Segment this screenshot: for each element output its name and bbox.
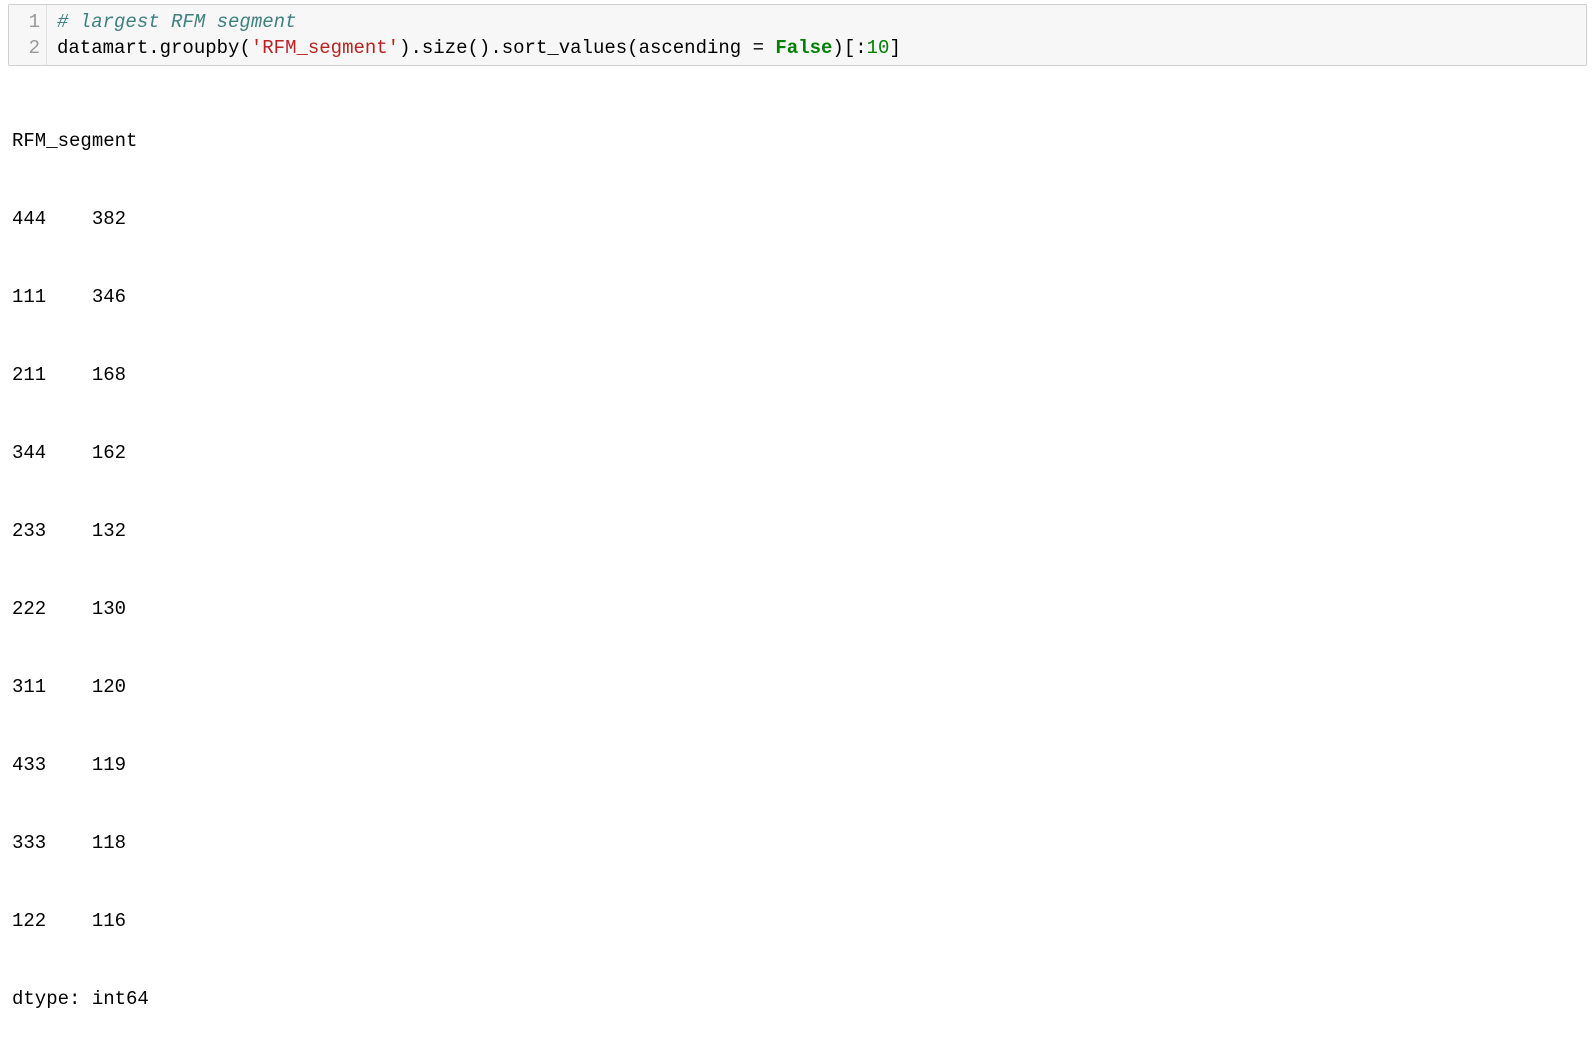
output-segment: 311 (12, 676, 46, 698)
code-number: 10 (867, 37, 890, 59)
output-segment: 233 (12, 520, 46, 542)
output-row: 122 116 (12, 908, 1583, 934)
output-segment: 222 (12, 598, 46, 620)
code-cell[interactable]: 1 2 # largest RFM segment datamart.group… (8, 4, 1587, 66)
output-row: 433 119 (12, 752, 1583, 778)
output-value: 382 (92, 208, 126, 230)
code-token: ] (889, 37, 900, 59)
code-token: [: (844, 37, 867, 59)
code-line-1: # largest RFM segment (57, 9, 1576, 35)
code-token: groupby (160, 37, 240, 59)
code-line-2: datamart.groupby('RFM_segment').size().s… (57, 35, 1576, 61)
code-token: . (411, 37, 422, 59)
output-value: 132 (92, 520, 126, 542)
code-token: ( (468, 37, 479, 59)
code-token: = (753, 37, 776, 59)
output-area: RFM_segment 444 382 111 346 211 168 344 … (0, 76, 1595, 1048)
line-number: 1 (17, 9, 40, 35)
code-token: ( (239, 37, 250, 59)
output-segment: 333 (12, 832, 46, 854)
output-value: 130 (92, 598, 126, 620)
output-row: 211 168 (12, 362, 1583, 388)
code-token: . (490, 37, 501, 59)
code-token: ( (627, 37, 638, 59)
output-row: 111 346 (12, 284, 1583, 310)
output-segment: 111 (12, 286, 46, 308)
output-value: 119 (92, 754, 126, 776)
code-token: size (422, 37, 468, 59)
code-keyword: False (775, 37, 832, 59)
output-row: 444 382 (12, 206, 1583, 232)
code-comment: # largest RFM segment (57, 11, 296, 33)
code-token: ) (399, 37, 410, 59)
code-token: . (148, 37, 159, 59)
output-dtype: dtype: int64 (12, 986, 1583, 1012)
output-segment: 444 (12, 208, 46, 230)
output-value: 346 (92, 286, 126, 308)
output-value: 120 (92, 676, 126, 698)
output-row: 333 118 (12, 830, 1583, 856)
line-number: 2 (17, 35, 40, 61)
output-segment: 344 (12, 442, 46, 464)
code-token: sort_values (502, 37, 627, 59)
code-token: ascending (639, 37, 753, 59)
output-segment: 433 (12, 754, 46, 776)
output-value: 162 (92, 442, 126, 464)
code-body[interactable]: # largest RFM segment datamart.groupby('… (47, 5, 1586, 65)
output-row: 344 162 (12, 440, 1583, 466)
output-value: 168 (92, 364, 126, 386)
output-row: 311 120 (12, 674, 1583, 700)
output-segment: 211 (12, 364, 46, 386)
code-token: ) (479, 37, 490, 59)
code-token: ) (832, 37, 843, 59)
code-token: datamart (57, 37, 148, 59)
output-value: 118 (92, 832, 126, 854)
output-value: 116 (92, 910, 126, 932)
output-segment: 122 (12, 910, 46, 932)
code-gutter: 1 2 (9, 5, 47, 65)
code-string: 'RFM_segment' (251, 37, 399, 59)
output-header: RFM_segment (12, 128, 1583, 154)
output-row: 222 130 (12, 596, 1583, 622)
output-row: 233 132 (12, 518, 1583, 544)
